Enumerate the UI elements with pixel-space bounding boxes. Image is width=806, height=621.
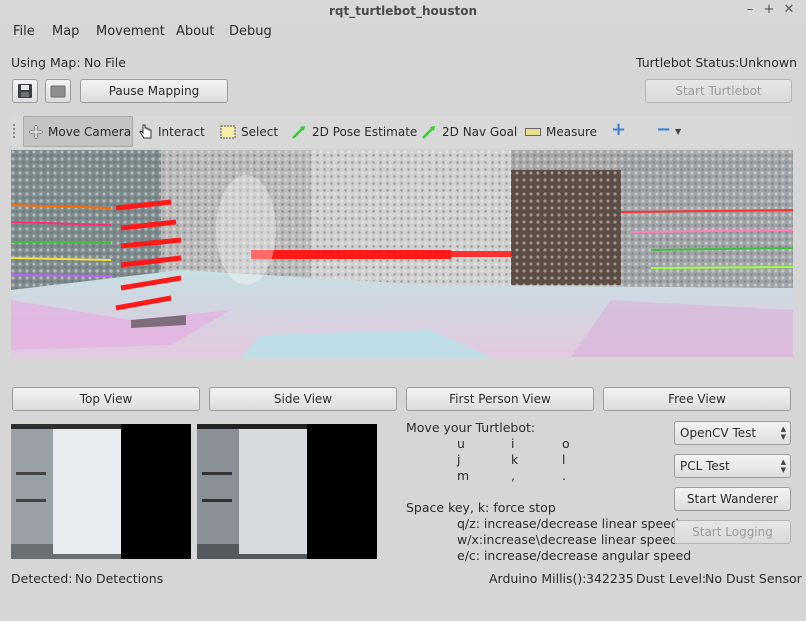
using-map-label: Using Map: xyxy=(11,55,81,70)
start-wanderer-button[interactable]: Start Wanderer xyxy=(674,487,791,511)
open-button[interactable] xyxy=(45,79,71,103)
start-logging-button[interactable]: Start Logging xyxy=(674,520,791,544)
key-m: m xyxy=(457,468,470,483)
maximize-icon[interactable]: + xyxy=(762,3,776,17)
key-i: i xyxy=(511,436,515,451)
floppy-disk-icon xyxy=(18,84,32,98)
ruler-icon xyxy=(525,128,541,136)
key-j: j xyxy=(457,452,461,467)
camera-feed-left xyxy=(11,424,191,559)
folder-icon xyxy=(50,85,66,98)
toolbar-grip[interactable] xyxy=(13,124,17,138)
key-comma: , xyxy=(511,468,515,483)
dust-level-value: No Dust Sensor xyxy=(705,571,802,586)
pause-mapping-button[interactable]: Pause Mapping xyxy=(80,79,228,103)
tool-measure[interactable]: Measure xyxy=(525,123,597,141)
chevron-down-icon[interactable]: ▼ xyxy=(675,127,681,136)
top-view-button[interactable]: Top View xyxy=(12,387,200,411)
controls-heading: Move your Turtlebot: xyxy=(406,420,536,435)
key-o: o xyxy=(562,436,570,451)
pcl-test-value: PCL Test xyxy=(680,459,730,473)
using-map-value: No File xyxy=(84,55,126,70)
remove-tool-icon[interactable]: − xyxy=(656,121,671,139)
tool-2d-pose-estimate-label: 2D Pose Estimate xyxy=(312,125,418,139)
tool-measure-label: Measure xyxy=(546,125,597,139)
force-stop-hint: Space key, k: force stop xyxy=(406,500,556,515)
tool-select[interactable]: Select xyxy=(220,123,278,141)
key-period: . xyxy=(562,468,566,483)
arduino-millis-value: 342235 xyxy=(586,571,634,586)
add-tool-icon[interactable]: + xyxy=(611,121,626,139)
move-camera-icon xyxy=(29,125,43,139)
key-u: u xyxy=(457,436,465,451)
pose-arrow-icon xyxy=(292,126,305,139)
save-button[interactable] xyxy=(12,79,38,103)
minimize-icon[interactable]: – xyxy=(743,3,757,17)
detected-label: Detected: xyxy=(11,571,73,586)
angular-speed-hint: e/c: increase/decrease angular speed xyxy=(457,548,692,563)
tool-move-camera-label: Move Camera xyxy=(48,125,132,139)
arduino-millis-label: Arduino Millis(): xyxy=(489,571,587,586)
key-k: k xyxy=(511,452,519,467)
close-icon[interactable]: ✕ xyxy=(782,3,796,17)
menu-map[interactable]: Map xyxy=(52,24,79,39)
menu-movement[interactable]: Movement xyxy=(96,24,165,39)
window-title: rqt_turtlebot_houston xyxy=(329,4,477,18)
dust-level-label: Dust Level: xyxy=(636,571,707,586)
spin-arrows-icon: ▲ ▼ xyxy=(780,425,786,441)
camera-feed-right xyxy=(197,424,377,559)
tool-2d-nav-goal[interactable]: 2D Nav Goal xyxy=(421,123,517,141)
hand-pointer-icon xyxy=(139,124,152,139)
select-box-icon xyxy=(220,125,236,139)
pcl-test-select[interactable]: PCL Test ▲ ▼ xyxy=(674,454,791,478)
menu-file[interactable]: File xyxy=(13,24,35,39)
rviz-3d-viewport[interactable] xyxy=(11,150,793,357)
turtlebot-status-value: Unknown xyxy=(739,55,798,70)
tool-2d-pose-estimate[interactable]: 2D Pose Estimate xyxy=(291,123,417,141)
menu-about[interactable]: About xyxy=(176,24,214,39)
point-cloud-render xyxy=(11,150,793,357)
nav-goal-arrow-icon xyxy=(422,126,435,139)
tool-select-label: Select xyxy=(241,125,279,139)
start-turtlebot-button[interactable]: Start Turtlebot xyxy=(645,79,792,103)
key-l: l xyxy=(562,452,566,467)
menu-debug[interactable]: Debug xyxy=(229,24,272,39)
opencv-test-value: OpenCV Test xyxy=(680,426,757,440)
opencv-test-select[interactable]: OpenCV Test ▲ ▼ xyxy=(674,421,791,445)
tool-interact-label: Interact xyxy=(158,125,205,139)
detected-value: No Detections xyxy=(75,571,164,586)
linear-speed-hint-2: w/x:increase\decrease linear speed xyxy=(457,532,678,547)
tool-2d-nav-goal-label: 2D Nav Goal xyxy=(442,125,518,139)
side-view-button[interactable]: Side View xyxy=(209,387,397,411)
linear-speed-hint: q/z: increase/decrease linear speed xyxy=(457,516,679,531)
free-view-button[interactable]: Free View xyxy=(603,387,791,411)
turtlebot-status-label: Turtlebot Status: xyxy=(636,55,740,70)
first-person-view-button[interactable]: First Person View xyxy=(406,387,594,411)
tool-interact[interactable]: Interact xyxy=(139,123,205,141)
spin-arrows-icon: ▲ ▼ xyxy=(780,458,786,474)
